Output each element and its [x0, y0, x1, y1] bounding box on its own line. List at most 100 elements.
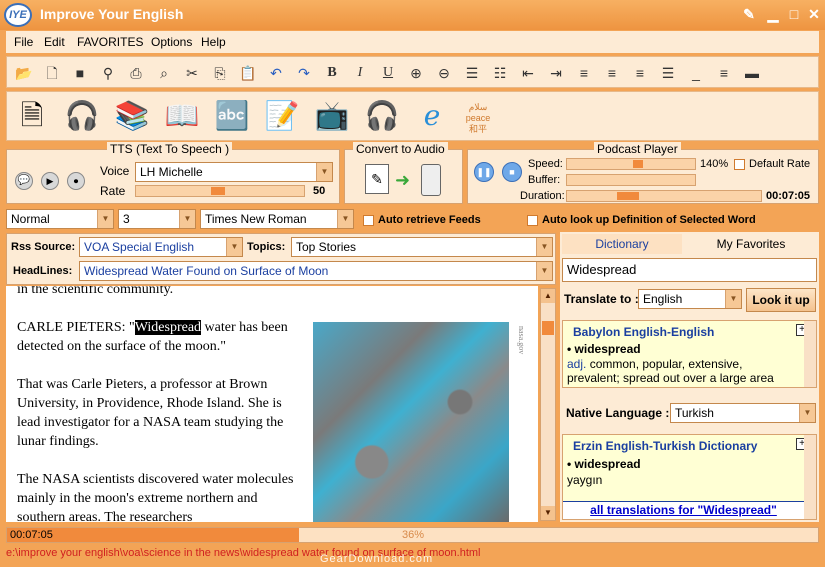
double-line-icon[interactable]: ≡	[715, 64, 733, 82]
align-left-icon[interactable]: ≡	[575, 64, 593, 82]
card1-scrollbar[interactable]	[804, 321, 816, 387]
article-view[interactable]: in the scientific community. CARLE PIETE…	[6, 286, 538, 522]
outdent-icon[interactable]: ⇤	[519, 64, 537, 82]
app-title: Improve Your English	[40, 6, 184, 22]
undo-icon[interactable]: ↶	[267, 64, 285, 82]
indent-icon[interactable]: ⇥	[547, 64, 565, 82]
cut-icon[interactable]: ✂	[183, 64, 201, 82]
tab-favorites[interactable]: My Favorites	[686, 234, 816, 254]
minimize-button[interactable]: ▁	[764, 5, 782, 23]
duration-thumb[interactable]	[617, 192, 639, 200]
article-line: in the scientific community.	[17, 286, 174, 297]
rate-slider[interactable]	[135, 185, 305, 197]
menu-options[interactable]: Options	[151, 35, 192, 49]
new-document-icon[interactable]: 🗋	[43, 64, 61, 82]
topics-select[interactable]: Top Stories ▼	[291, 237, 553, 257]
play-icon[interactable]: ▶	[41, 172, 59, 190]
horizontal-line-icon[interactable]: _	[687, 64, 705, 82]
rate-slider-thumb[interactable]	[211, 187, 225, 195]
card2-scrollbar[interactable]	[804, 435, 816, 519]
underline-icon[interactable]: U	[379, 64, 397, 82]
notes-icon[interactable]: 📝	[263, 97, 301, 135]
chevron-down-icon: ▼	[725, 290, 741, 308]
buffer-bar	[566, 174, 696, 186]
find-icon[interactable]: ⚲	[99, 64, 117, 82]
headlines-select[interactable]: Widespread Water Found on Surface of Moo…	[79, 261, 553, 281]
translate-value: English	[643, 292, 683, 306]
all-translations-link[interactable]: all translations for "Widespread"	[563, 501, 804, 519]
article-scrollbar[interactable]: ▲ ▼	[540, 288, 556, 521]
books-icon[interactable]: 📚	[113, 97, 151, 135]
duration-bar[interactable]	[566, 190, 762, 202]
maximize-button[interactable]: □	[785, 5, 803, 23]
rate-label: Rate	[100, 184, 126, 198]
scroll-down-icon[interactable]: ▼	[541, 506, 555, 520]
title-bar: IYE Improve Your English ✎ ▁ □ ✕	[0, 0, 825, 30]
size-value: 3	[123, 212, 130, 226]
zoom-in-icon[interactable]: ⊕	[407, 64, 425, 82]
numbered-list-icon[interactable]: ☰	[463, 64, 481, 82]
menu-file[interactable]: File	[14, 35, 33, 49]
italic-icon[interactable]: I	[351, 64, 369, 82]
copy-icon[interactable]: ⎘	[211, 64, 229, 82]
bullet-list-icon[interactable]: ☷	[491, 64, 509, 82]
align-center-icon[interactable]: ≡	[603, 64, 621, 82]
stop-icon[interactable]: ■	[502, 162, 522, 182]
speed-slider-thumb[interactable]	[633, 160, 643, 168]
native-language-select[interactable]: Turkish ▼	[670, 403, 816, 423]
mp3-player-icon[interactable]	[421, 164, 441, 196]
translate-select[interactable]: English ▼	[638, 289, 742, 309]
record-icon[interactable]: ⏺	[67, 172, 85, 190]
tv-icon[interactable]: 📺	[313, 97, 351, 135]
headphones-icon[interactable]: 🎧	[363, 97, 401, 135]
speed-slider[interactable]	[566, 158, 696, 170]
headphones-tape-icon[interactable]: 🎧	[63, 97, 101, 135]
auto-feeds-checkbox[interactable]	[363, 215, 374, 226]
menu-bar: File Edit FAVORITES Options Help	[6, 31, 819, 53]
bold-icon[interactable]: B	[323, 64, 341, 82]
open-book-icon[interactable]: 📖	[163, 97, 201, 135]
abc-blocks-icon[interactable]: 🔤	[213, 97, 251, 135]
podcast-panel: Podcast Player ❚❚ ■ Speed: 140% Default …	[467, 142, 819, 204]
peace-languages-icon[interactable]: سلام peace 和平	[459, 97, 497, 135]
open-folder-icon[interactable]: 📂	[15, 64, 33, 82]
document-icon[interactable]: ✎	[365, 164, 389, 194]
justify-icon[interactable]: ☰	[659, 64, 677, 82]
pause-icon[interactable]: ❚❚	[474, 162, 494, 182]
auto-lookup-checkbox[interactable]	[527, 215, 538, 226]
tab-dictionary[interactable]: Dictionary	[562, 234, 682, 254]
menu-edit[interactable]: Edit	[44, 35, 65, 49]
card1-word: • widespread	[567, 342, 641, 356]
font-select[interactable]: Times New Roman ▼	[200, 209, 354, 229]
scroll-thumb[interactable]	[542, 321, 554, 335]
look-it-up-button[interactable]: Look it up	[746, 288, 816, 312]
duration-label: Duration:	[520, 190, 565, 202]
topics-label: Topics:	[247, 241, 286, 253]
scroll-up-icon[interactable]: ▲	[541, 289, 555, 303]
font-value: Times New Roman	[205, 212, 307, 226]
align-right-icon[interactable]: ≡	[631, 64, 649, 82]
size-select[interactable]: 3 ▼	[118, 209, 196, 229]
rss-source-select[interactable]: VOA Special English ▼	[79, 237, 243, 257]
paste-icon[interactable]: 📋	[239, 64, 257, 82]
chevron-down-icon: ▼	[536, 238, 552, 256]
text-speech-icon[interactable]: 🗎	[13, 97, 51, 135]
zoom-out-icon[interactable]: ⊖	[435, 64, 453, 82]
redo-icon[interactable]: ↷	[295, 64, 313, 82]
save-icon[interactable]: ■	[71, 64, 89, 82]
voice-select[interactable]: LH Michelle ▼	[135, 162, 333, 182]
style-select[interactable]: Normal ▼	[6, 209, 114, 229]
close-button[interactable]: ✕	[805, 5, 823, 23]
thick-line-icon[interactable]: ▬	[743, 64, 761, 82]
brush-icon[interactable]: ✎	[740, 5, 758, 23]
print-preview-icon[interactable]: ⌕	[155, 64, 173, 82]
selected-word[interactable]: Widespread	[134, 320, 202, 335]
card1-definition: adj. common, popular, extensive, prevale…	[567, 357, 797, 385]
print-icon[interactable]: ⎙	[127, 64, 145, 82]
word-input[interactable]: Widespread	[562, 258, 817, 282]
menu-help[interactable]: Help	[201, 35, 226, 49]
speech-bubble-icon[interactable]: 💬	[15, 172, 33, 190]
internet-explorer-icon[interactable]: ℯ	[413, 97, 451, 135]
menu-favorites[interactable]: FAVORITES	[77, 35, 143, 49]
default-rate-checkbox[interactable]	[734, 159, 745, 170]
